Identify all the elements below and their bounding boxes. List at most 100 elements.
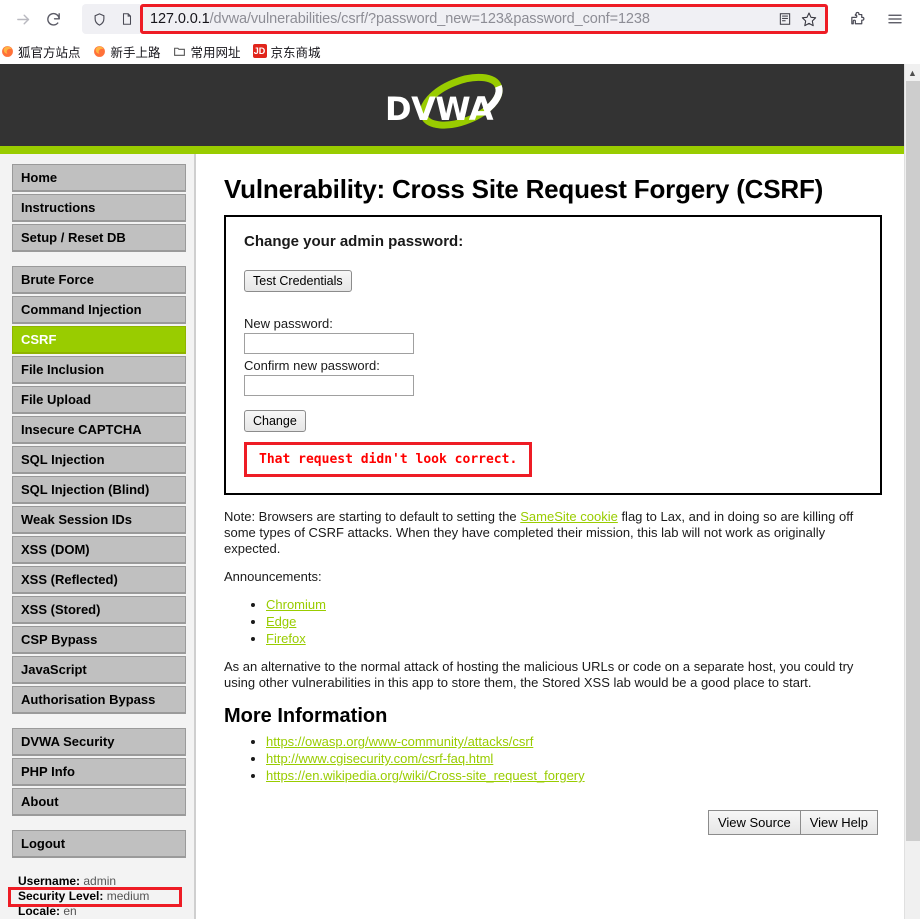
bookmark-label: 新手上路 [110,45,161,60]
sidebar-menu: Home Instructions Setup / Reset DB Brute Fo… [12,164,186,858]
status-locale: Locale: en [18,904,77,918]
list-item: http://www.cgisecurity.com/csrf-faq.html [266,751,882,767]
sidebar-menu-group: DVWA Security PHP Info About [12,728,186,816]
arrow-right-icon[interactable] [8,4,38,34]
sidebar-item-javascript[interactable]: JavaScript [12,656,186,684]
sidebar-item-php-info[interactable]: PHP Info [12,758,186,786]
scroll-up-icon[interactable]: ▲ [905,64,920,81]
sidebar-item-brute-force[interactable]: Brute Force [12,266,186,294]
confirm-password-label: Confirm new password: [244,358,380,373]
announcement-links: Chromium Edge Firefox [224,597,882,647]
firefox-icon [0,44,14,58]
list-item: Edge [266,614,882,630]
url-input[interactable]: 127.0.0.1/dvwa/vulnerabilities/csrf/?pas… [140,4,828,34]
page-title: Vulnerability: Cross Site Request Forger… [224,174,824,204]
main-content: Vulnerability: Cross Site Request Forger… [196,154,904,919]
bookmark-item[interactable]: 新手上路 [87,40,167,63]
more-information-link[interactable]: https://owasp.org/www-community/attacks/… [266,734,533,749]
sidebar-item-authorisation-bypass[interactable]: Authorisation Bypass [12,686,186,714]
alternative-note: As an alternative to the normal attack o… [224,659,854,690]
status-username: Username: admin [18,874,117,888]
bookmark-item[interactable]: 狐官方站点 [0,40,87,63]
sidebar-item-sql-injection[interactable]: SQL Injection [12,446,186,474]
bookmark-label: 常用网址 [190,45,241,60]
status-security-level: Security Level: medium [18,889,150,903]
sidebar-item-xss-stored[interactable]: XSS (Stored) [12,596,186,624]
jd-icon: JD [252,44,267,58]
sidebar-item-setup-reset-db[interactable]: Setup / Reset DB [12,224,186,252]
shield-icon[interactable] [86,6,112,32]
url-bar-container: 127.0.0.1/dvwa/vulnerabilities/csrf/?pas… [82,4,828,34]
sidebar-item-logout[interactable]: Logout [12,830,186,858]
sidebar-item-command-injection[interactable]: Command Injection [12,296,186,324]
page-body: Home Instructions Setup / Reset DB Brute Fo… [0,154,904,919]
page-icon[interactable] [114,6,140,32]
hamburger-menu-icon[interactable] [882,6,908,32]
bookmark-label: 京东商城 [270,45,321,60]
test-credentials-button[interactable]: Test Credentials [244,270,352,292]
page-scrollbar[interactable]: ▲ [904,64,920,919]
samesite-cookie-link[interactable]: SameSite cookie [520,509,618,524]
sidebar-item-xss-reflected[interactable]: XSS (Reflected) [12,566,186,594]
samesite-note: Note: Browsers are starting to default t… [224,509,882,557]
sidebar-item-dvwa-security[interactable]: DVWA Security [12,728,186,756]
new-password-label: New password: [244,316,333,331]
bookmark-label: 狐官方站点 [18,45,81,60]
folder-icon [173,44,187,58]
sidebar-item-csp-bypass[interactable]: CSP Bypass [12,626,186,654]
reader-view-icon[interactable] [773,7,797,31]
csrf-form-box: Change your admin password: Test Credent… [224,215,882,495]
confirm-password-input[interactable] [244,375,414,396]
sidebar-item-instructions[interactable]: Instructions [12,194,186,222]
dvwa-logo-text: DVWA [385,90,493,128]
page-viewport: DVWA Home Instructions Setup / Reset DB Bru… [0,64,920,919]
error-message: That request didn't look correct. [244,442,533,477]
sidebar-item-file-inclusion[interactable]: File Inclusion [12,356,186,384]
site-header: DVWA [0,64,904,146]
more-information-links: https://owasp.org/www-community/attacks/… [224,734,882,784]
sidebar-item-weak-session-ids[interactable]: Weak Session IDs [12,506,186,534]
status-box: Username: admin Security Level: medium L… [8,874,186,919]
reload-icon[interactable] [38,4,68,34]
sidebar-item-sql-injection-blind[interactable]: SQL Injection (Blind) [12,476,186,504]
note-part1: Note: Browsers are starting to default t… [224,509,521,524]
announcement-link[interactable]: Firefox [266,631,306,646]
list-item: https://owasp.org/www-community/attacks/… [266,734,882,750]
announcements-label: Announcements: [224,569,322,584]
announcement-link[interactable]: Edge [266,614,296,629]
test-credentials-row: Test Credentials [244,270,862,292]
list-item: Firefox [266,631,882,647]
dvwa-logo: DVWA [377,72,527,138]
bookmark-item[interactable]: JD 京东商城 [247,40,327,63]
change-button[interactable]: Change [244,410,306,432]
bookmark-item[interactable]: 常用网址 [167,40,247,63]
sidebar-item-about[interactable]: About [12,788,186,816]
puzzle-piece-icon[interactable] [844,6,870,32]
sidebar-item-xss-dom[interactable]: XSS (DOM) [12,536,186,564]
sidebar: Home Instructions Setup / Reset DB Brute Fo… [0,154,196,919]
dvwa-page: DVWA Home Instructions Setup / Reset DB Bru… [0,64,904,919]
announcement-link[interactable]: Chromium [266,597,326,612]
browser-chrome: 127.0.0.1/dvwa/vulnerabilities/csrf/?pas… [0,0,920,64]
url-text: 127.0.0.1/dvwa/vulnerabilities/csrf/?pas… [150,11,650,27]
browser-toolbar: 127.0.0.1/dvwa/vulnerabilities/csrf/?pas… [0,0,920,38]
urlbar-left-icons [82,4,140,34]
accent-bar [0,146,904,154]
sidebar-item-file-upload[interactable]: File Upload [12,386,186,414]
view-help-button[interactable]: View Help [799,810,878,835]
list-item: https://en.wikipedia.org/wiki/Cross-site… [266,768,882,784]
more-information-link[interactable]: http://www.cgisecurity.com/csrf-faq.html [266,751,493,766]
view-source-button[interactable]: View Source [707,810,801,835]
sidebar-item-csrf[interactable]: CSRF [12,326,186,354]
more-information-link[interactable]: https://en.wikipedia.org/wiki/Cross-site… [266,768,585,783]
form-heading: Change your admin password: [244,233,464,250]
sidebar-menu-group: Home Instructions Setup / Reset DB [12,164,186,252]
star-icon[interactable] [797,7,821,31]
new-password-input[interactable] [244,333,414,354]
sidebar-item-home[interactable]: Home [12,164,186,192]
scrollbar-thumb[interactable] [906,81,920,841]
bookmarks-bar: 狐官方站点 新手上路 常用网址 JD 京东商城 [0,38,920,64]
source-help-buttons: View Source View Help [224,810,882,835]
firefox-icon [93,44,107,58]
sidebar-item-insecure-captcha[interactable]: Insecure CAPTCHA [12,416,186,444]
